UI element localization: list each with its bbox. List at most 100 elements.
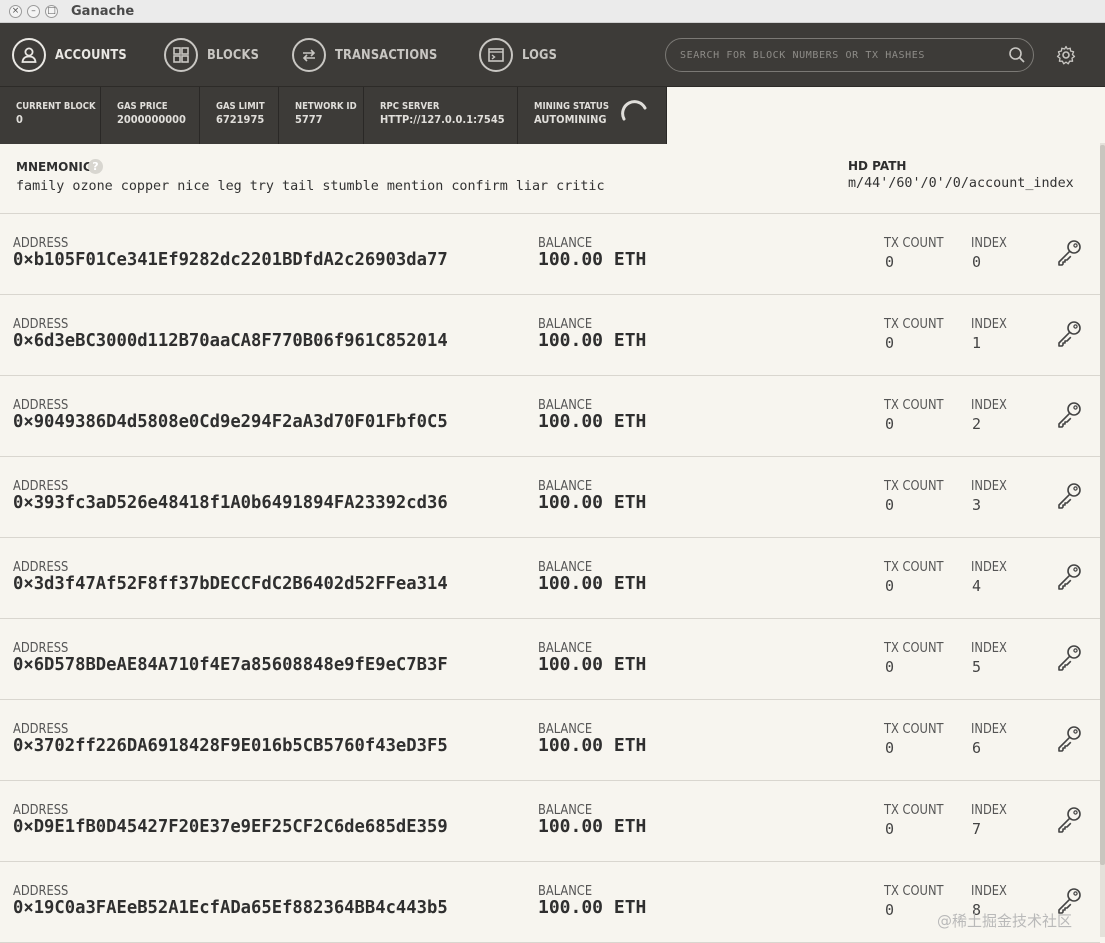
window-close-button[interactable]: ×	[9, 4, 22, 18]
account-address: 0×19C0a3FAEeB52A1EcfADa65Ef882364BB4c443…	[13, 897, 448, 918]
key-icon[interactable]	[1054, 481, 1084, 511]
stat-label: CURRENT BLOCK	[16, 101, 96, 112]
stats-filler	[667, 87, 1105, 144]
stat-value: 6721975	[216, 113, 265, 126]
index-label: INDEX	[971, 802, 1007, 818]
account-index: 1	[972, 334, 982, 352]
account-balance: 100.00 ETH	[538, 249, 647, 270]
account-balance: 100.00 ETH	[538, 654, 647, 675]
account-index: 3	[972, 496, 982, 514]
account-row: ADDRESS 0×3d3f47Af52F8ff37bDECCFdC2B6402d…	[0, 538, 1100, 619]
stat-network-id: NETWORK ID 5777	[279, 87, 364, 144]
account-row: ADDRESS 0×3702ff226DA6918428F9E016b5CB576…	[0, 700, 1100, 781]
nav-blocks[interactable]: BLOCKS	[163, 37, 268, 72]
account-index: 6	[972, 739, 982, 757]
account-balance: 100.00 ETH	[538, 573, 647, 594]
tx-count-label: TX COUNT	[884, 802, 944, 818]
index-label: INDEX	[971, 478, 1007, 494]
blocks-grid-icon	[163, 37, 198, 72]
account-tx-count: 0	[885, 739, 895, 757]
key-icon[interactable]	[1054, 724, 1084, 754]
account-balance: 100.00 ETH	[538, 330, 647, 351]
account-index: 4	[972, 577, 982, 595]
account-index: 7	[972, 820, 982, 838]
mnemonic-label: MNEMONIC	[16, 160, 92, 174]
stat-label: NETWORK ID	[295, 101, 357, 112]
key-icon[interactable]	[1054, 319, 1084, 349]
stat-value: 2000000000	[117, 113, 186, 126]
tx-count-label: TX COUNT	[884, 640, 944, 656]
window-minimize-button[interactable]: –	[27, 4, 40, 18]
key-icon[interactable]	[1054, 400, 1084, 430]
account-list: ADDRESS 0×b105F01Ce341Ef9282dc2201BDfdA2c…	[0, 214, 1100, 943]
account-row: ADDRESS 0×393fc3aD526e48418f1A0b6491894FA…	[0, 457, 1100, 538]
account-balance: 100.00 ETH	[538, 411, 647, 432]
tx-count-label: TX COUNT	[884, 559, 944, 575]
key-icon[interactable]	[1054, 643, 1084, 673]
window-titlebar: × – □ Ganache	[0, 0, 1105, 23]
account-row: ADDRESS 0×9049386D4d5808e0Cd9e294F2aA3d70…	[0, 376, 1100, 457]
index-label: INDEX	[971, 640, 1007, 656]
window-maximize-button[interactable]: □	[45, 4, 58, 18]
account-address: 0×393fc3aD526e48418f1A0b6491894FA23392cd…	[13, 492, 448, 513]
key-icon[interactable]	[1054, 238, 1084, 268]
transfer-arrows-icon	[291, 37, 326, 72]
search-bar	[665, 38, 1034, 72]
nav-transactions[interactable]: TRANSACTIONS	[291, 37, 456, 72]
stat-current-block: CURRENT BLOCK 0	[0, 87, 101, 144]
index-label: INDEX	[971, 397, 1007, 413]
stat-rpc-server: RPC SERVER HTTP://127.0.0.1:7545	[364, 87, 518, 144]
index-label: INDEX	[971, 235, 1007, 251]
account-tx-count: 0	[885, 577, 895, 595]
account-address: 0×9049386D4d5808e0Cd9e294F2aA3d70F01Fbf0…	[13, 411, 448, 432]
account-address: 0×D9E1fB0D45427F20E37e9EF25CF2C6de685dE3…	[13, 816, 448, 837]
nav-transactions-label: TRANSACTIONS	[334, 46, 438, 63]
stat-gas-price: GAS PRICE 2000000000	[101, 87, 200, 144]
account-row: ADDRESS 0×6D578BDeAE84A710f4E7a85608848e9…	[0, 619, 1100, 700]
hd-path-value: m/44'/60'/0'/0/account_index	[848, 176, 1074, 191]
search-icon[interactable]	[1007, 45, 1027, 65]
account-tx-count: 0	[885, 496, 895, 514]
account-row: ADDRESS 0×19C0a3FAEeB52A1EcfADa65Ef882364…	[0, 862, 1100, 943]
index-label: INDEX	[971, 316, 1007, 332]
account-index: 5	[972, 658, 982, 676]
hd-path-label: HD PATH	[848, 159, 907, 173]
account-address: 0×3d3f47Af52F8ff37bDECCFdC2B6402d52FFea3…	[13, 573, 448, 594]
window-title: Ganache	[71, 3, 135, 19]
account-address: 0×6d3eBC3000d112B70aaCA8F770B06f961C8520…	[13, 330, 448, 351]
account-tx-count: 0	[885, 658, 895, 676]
nav-blocks-label: BLOCKS	[206, 46, 259, 63]
index-label: INDEX	[971, 559, 1007, 575]
watermark-text: @稀土掘金技术社区	[937, 912, 1073, 930]
nav-accounts[interactable]: ACCOUNTS	[12, 37, 140, 72]
top-navigation: ACCOUNTS BLOCKS TRANSACTIONS LOGS	[0, 23, 1105, 86]
tx-count-label: TX COUNT	[884, 235, 944, 251]
scrollbar[interactable]	[1100, 143, 1105, 937]
account-tx-count: 0	[885, 901, 895, 919]
tx-count-label: TX COUNT	[884, 397, 944, 413]
settings-gear-icon[interactable]	[1056, 45, 1076, 65]
help-icon[interactable]: ?	[88, 159, 103, 174]
tx-count-label: TX COUNT	[884, 316, 944, 332]
account-row: ADDRESS 0×6d3eBC3000d112B70aaCA8F770B06f9…	[0, 295, 1100, 376]
search-input[interactable]	[678, 48, 1007, 62]
stat-value: 0	[16, 113, 23, 126]
stat-label: GAS PRICE	[117, 101, 168, 112]
tx-count-label: TX COUNT	[884, 721, 944, 737]
key-icon[interactable]	[1054, 562, 1084, 592]
tx-count-label: TX COUNT	[884, 883, 944, 899]
scrollbar-thumb[interactable]	[1100, 145, 1105, 865]
account-balance: 100.00 ETH	[538, 816, 647, 837]
key-icon[interactable]	[1054, 805, 1084, 835]
stat-label: GAS LIMIT	[216, 101, 265, 112]
index-label: INDEX	[971, 883, 1007, 899]
account-address: 0×6D578BDeAE84A710f4E7a85608848e9fE9eC7B…	[13, 654, 448, 675]
account-address: 0×b105F01Ce341Ef9282dc2201BDfdA2c26903da…	[13, 249, 448, 270]
nav-logs[interactable]: LOGS	[479, 37, 563, 72]
account-tx-count: 0	[885, 820, 895, 838]
account-index: 0	[972, 253, 982, 271]
account-index: 2	[972, 415, 982, 433]
stat-gas-limit: GAS LIMIT 6721975	[200, 87, 279, 144]
account-tx-count: 0	[885, 253, 895, 271]
index-label: INDEX	[971, 721, 1007, 737]
